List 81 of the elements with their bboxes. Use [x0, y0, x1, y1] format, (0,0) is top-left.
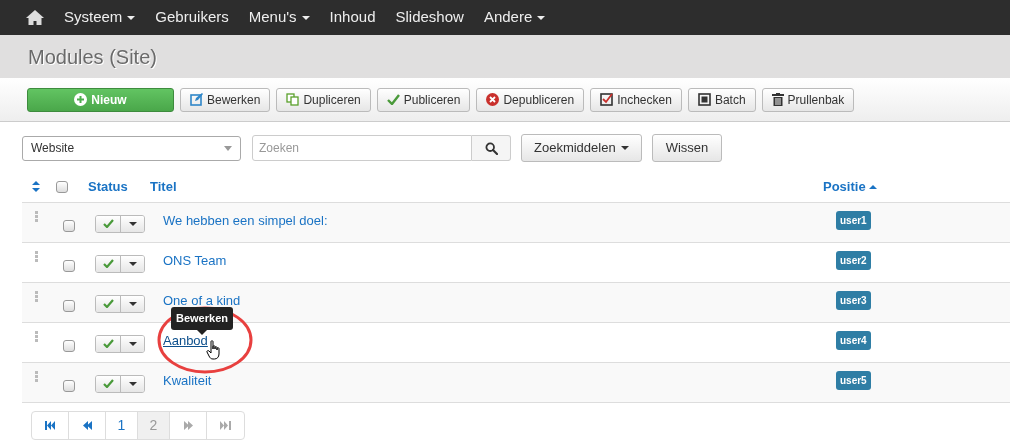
check-icon — [102, 219, 114, 228]
plus-circle-icon — [74, 93, 88, 106]
search-button[interactable] — [472, 135, 511, 161]
toolbar-button[interactable]: Dupliceren — [276, 87, 371, 112]
position-badge: user5 — [836, 371, 871, 390]
toolbar-button[interactable]: Inchecken — [590, 87, 682, 112]
trash-icon — [771, 93, 784, 106]
checkbox[interactable] — [63, 259, 75, 272]
checkbox[interactable] — [63, 379, 75, 392]
status-menu-button[interactable] — [121, 255, 144, 272]
tooltip: Bewerken — [171, 307, 233, 330]
check-icon — [102, 339, 114, 348]
square-icon — [697, 93, 711, 106]
toolbar-button[interactable]: Batch — [687, 87, 756, 112]
caret-icon — [301, 15, 310, 20]
position-badge: user1 — [836, 211, 871, 230]
checkbox[interactable] — [63, 299, 75, 312]
sort-icon[interactable] — [32, 181, 40, 192]
drag-handle-icon[interactable] — [35, 331, 38, 342]
toolbar-button[interactable]: Depubliceren — [476, 87, 585, 112]
position-badge: user4 — [836, 331, 871, 350]
last-page-icon — [220, 421, 231, 430]
site-select[interactable]: Website — [22, 135, 241, 161]
column-header[interactable]: Status — [88, 176, 150, 197]
drag-handle-icon[interactable] — [35, 291, 38, 302]
column-header[interactable]: Titel — [150, 176, 823, 197]
toolbar-button[interactable]: Prullenbak — [761, 87, 855, 112]
caret-icon — [537, 15, 546, 20]
status-toggle[interactable] — [96, 295, 121, 312]
first-page-icon — [44, 421, 56, 430]
checkbox[interactable] — [56, 180, 68, 193]
title-link[interactable]: We hebben een simpel doel: — [163, 212, 328, 228]
search-icon — [484, 141, 498, 155]
check-icon — [102, 379, 114, 388]
cross-circle-icon — [486, 93, 500, 106]
position-badge: user3 — [836, 291, 871, 310]
checkbox[interactable] — [63, 219, 75, 232]
status-toggle[interactable] — [96, 215, 121, 232]
drag-handle-icon[interactable] — [35, 371, 38, 382]
caret-icon — [620, 146, 629, 150]
nav-menu-item[interactable]: Andere — [483, 6, 546, 29]
checkbox[interactable] — [63, 339, 75, 352]
nav-menu-item[interactable]: Systeem — [64, 6, 136, 29]
toolbar-button[interactable]: Publiceren — [376, 87, 471, 112]
nav-menu-item[interactable]: Gebruikers — [155, 6, 229, 29]
column-header[interactable]: Positie — [823, 176, 877, 197]
next-page-icon — [182, 421, 194, 430]
status-menu-button[interactable] — [121, 295, 144, 312]
status-menu-button[interactable] — [121, 375, 144, 392]
check-icon — [102, 299, 114, 308]
checked-box-icon — [600, 93, 614, 106]
status-toggle[interactable] — [96, 375, 121, 392]
home-icon[interactable] — [26, 10, 44, 25]
tooltip-arrow — [197, 329, 207, 335]
title-link[interactable]: Kwaliteit — [163, 372, 212, 388]
nav-menu-item[interactable]: Slideshow — [395, 6, 464, 29]
check-icon — [102, 259, 114, 268]
drag-handle-icon[interactable] — [35, 211, 38, 222]
nav-menu-item[interactable]: Menu's — [248, 6, 310, 29]
status-menu-button[interactable] — [121, 215, 144, 232]
position-badge: user2 — [836, 251, 871, 270]
drag-handle-icon[interactable] — [35, 251, 38, 262]
caret-icon — [127, 15, 136, 20]
status-menu-button[interactable] — [121, 335, 144, 352]
edit-icon — [190, 93, 203, 106]
title-link[interactable]: One of a kind — [163, 292, 241, 308]
toolbar-button[interactable]: Bewerken — [180, 87, 271, 112]
nav-menu-item[interactable]: Inhoud — [329, 6, 376, 29]
search-tools-button[interactable]: Zoekmiddelen — [521, 134, 642, 162]
previous-page-icon — [81, 421, 93, 430]
caret-icon — [224, 145, 232, 151]
title-link[interactable]: ONS Team — [163, 252, 227, 268]
page-title: Modules (Site) — [28, 44, 157, 70]
check-icon — [386, 94, 400, 105]
search-field[interactable]: Zoeken — [252, 135, 472, 161]
clear-button[interactable]: Wissen — [651, 134, 723, 162]
status-toggle[interactable] — [96, 255, 121, 272]
status-toggle[interactable] — [96, 335, 121, 352]
sort-ascending-icon — [868, 184, 877, 189]
title-link[interactable]: Aanbod — [163, 332, 208, 348]
copy-icon — [286, 93, 300, 106]
